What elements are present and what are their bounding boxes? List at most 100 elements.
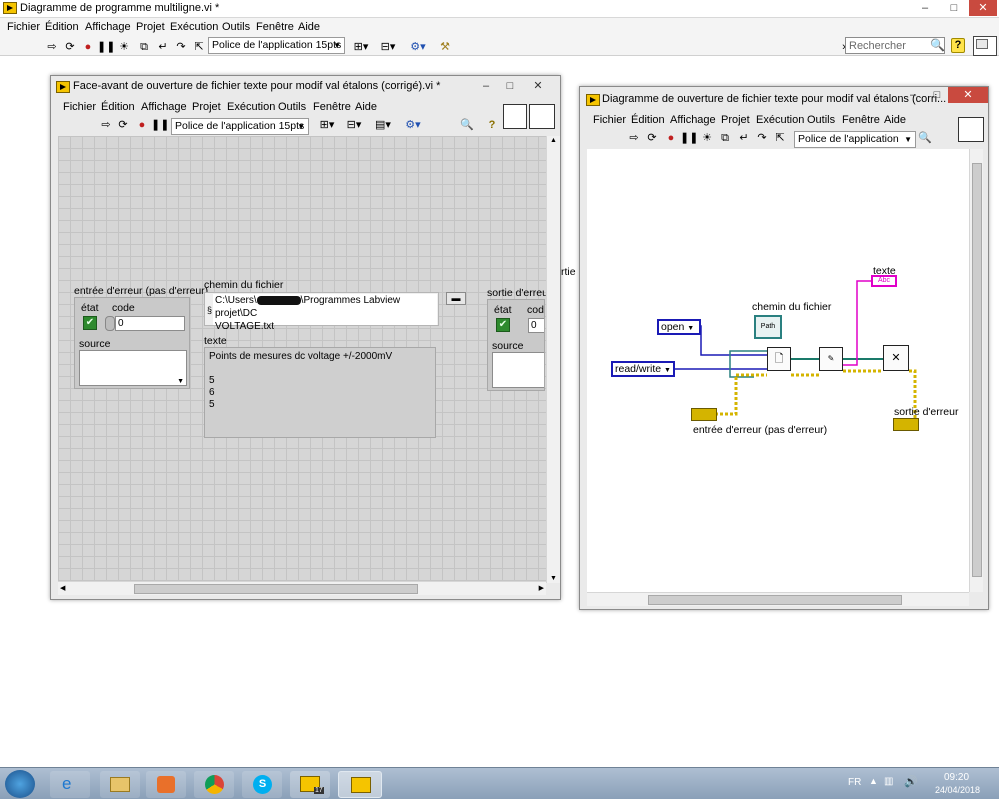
error-in-status-led[interactable]: ✔ (83, 316, 97, 330)
retain-wire-values-icon[interactable]: ⧉ (136, 41, 152, 54)
bd-step-into-icon[interactable]: ↵ (736, 132, 752, 145)
fp-scroll-up-icon[interactable]: ▲ (550, 137, 557, 144)
fp-search-icon[interactable]: 🔍 (459, 119, 475, 132)
access-mode-constant[interactable]: read/write ▼ (611, 361, 675, 377)
vi-connector-icon[interactable] (973, 36, 997, 56)
open-mode-constant[interactable]: open ▼ (657, 319, 701, 335)
bd-minimize-button[interactable]: – (902, 87, 924, 103)
fp-connector-pane-icon[interactable] (503, 104, 527, 129)
menu-fichier[interactable]: Fichier (7, 21, 40, 33)
clock-time[interactable]: 09:20 (944, 772, 969, 783)
fp-menu-outils[interactable]: Outils (278, 101, 306, 113)
fp-menu-projet[interactable]: Projet (192, 101, 221, 113)
fp-scroll-down-icon[interactable]: ▼ (550, 575, 557, 582)
bd-close-button[interactable]: ✕ (948, 87, 988, 103)
bd-menu-execution[interactable]: Exécution (756, 114, 804, 126)
fp-pause-icon[interactable]: ❚❚ (151, 119, 169, 132)
fp-menu-edition[interactable]: Édition (101, 101, 135, 113)
bd-menu-affichage[interactable]: Affichage (670, 114, 716, 126)
run-continuously-icon[interactable]: ⟳ (62, 41, 78, 54)
maximize-button[interactable]: □ (940, 0, 968, 16)
align-objects-icon[interactable]: ⊞▾ (350, 41, 372, 54)
source-scroll-arrow-icon[interactable]: ▼ (177, 378, 184, 385)
bd-font-selector[interactable]: Police de l'application 15pts (794, 131, 916, 148)
error-in-code-field[interactable]: 0 (115, 316, 185, 331)
bd-abort-icon[interactable]: ● (663, 132, 679, 145)
fp-help-icon[interactable]: ? (484, 119, 500, 132)
fp-reorder-icon[interactable]: ⚙▾ (401, 119, 425, 132)
bd-vi-icon[interactable] (958, 117, 984, 142)
bd-step-over-icon[interactable]: ↷ (754, 132, 770, 145)
close-button[interactable]: ✕ (969, 0, 997, 16)
labview-vi-taskbar-icon[interactable] (338, 771, 382, 798)
error-in-source-field[interactable]: ▼ (79, 350, 187, 386)
network-icon[interactable]: ▥ (884, 776, 893, 787)
distribute-objects-icon[interactable]: ⊟▾ (377, 41, 399, 54)
skype-icon[interactable]: S (242, 771, 282, 798)
browse-folder-button[interactable]: ▬ (446, 292, 466, 305)
fp-menu-fichier[interactable]: Fichier (63, 101, 96, 113)
fp-menu-fenetre[interactable]: Fenêtre (313, 101, 351, 113)
menu-execution[interactable]: Exécution (170, 21, 218, 33)
menu-edition[interactable]: Édition (45, 21, 79, 33)
bd-horizontal-scroll-thumb[interactable] (648, 595, 902, 605)
bd-vertical-scroll-thumb[interactable] (972, 163, 982, 577)
fp-horizontal-scroll-thumb[interactable] (134, 584, 418, 594)
bd-horizontal-scrollbar[interactable] (587, 592, 969, 606)
reorder-icon[interactable]: ⚙▾ (406, 41, 430, 54)
chrome-icon[interactable] (194, 771, 234, 798)
fp-close-button[interactable]: ✕ (527, 78, 549, 94)
bd-pause-icon[interactable]: ❚❚ (680, 132, 698, 145)
volume-icon[interactable]: 🔊 (904, 775, 918, 788)
abort-icon[interactable]: ● (80, 41, 96, 54)
run-icon[interactable]: ⇨ (44, 41, 60, 54)
bd-run-icon[interactable]: ⇨ (626, 132, 642, 145)
media-player-icon[interactable] (146, 771, 186, 798)
bd-maximize-button[interactable]: □ (926, 87, 948, 103)
bd-step-out-icon[interactable]: ⇱ (772, 132, 788, 145)
fp-font-selector[interactable]: Police de l'application 15pts (171, 118, 309, 135)
menu-fenetre[interactable]: Fenêtre (256, 21, 294, 33)
fp-vi-icon[interactable] (529, 104, 555, 129)
search-icon[interactable]: 🔍 (930, 38, 945, 52)
fp-menu-affichage[interactable]: Affichage (141, 101, 187, 113)
fp-horizontal-scrollbar[interactable]: ◀ ▶ (58, 581, 546, 595)
fp-vertical-scrollbar[interactable]: ▲ ▼ (546, 136, 560, 583)
fp-minimize-button[interactable]: – (476, 78, 496, 94)
bd-vertical-scrollbar[interactable] (969, 149, 983, 592)
fp-maximize-button[interactable]: □ (500, 78, 520, 94)
text-display[interactable]: Points de mesures dc voltage +/-2000mV 5… (204, 347, 436, 438)
step-out-icon[interactable]: ⇱ (191, 41, 207, 54)
clean-up-diagram-icon[interactable]: ⚒ (436, 41, 454, 54)
tray-arrow-icon[interactable]: ▲ (869, 776, 878, 786)
step-into-icon[interactable]: ↵ (155, 41, 171, 54)
minimize-button[interactable]: – (911, 0, 939, 16)
highlight-execution-icon[interactable]: ☀ (116, 41, 132, 54)
bd-menu-projet[interactable]: Projet (721, 114, 750, 126)
file-path-field[interactable]: C:\Users\ \Programmes Labview projet\DC V… (213, 294, 437, 332)
bd-highlight-execution-icon[interactable]: ☀ (699, 132, 715, 145)
bd-menu-fenetre[interactable]: Fenêtre (842, 114, 880, 126)
internet-explorer-icon[interactable]: e (50, 771, 90, 798)
fp-run-icon[interactable]: ⇨ (98, 119, 114, 132)
fp-menu-execution[interactable]: Exécution (227, 101, 275, 113)
labview-taskbar-icon[interactable]: 17 (290, 771, 330, 798)
help-icon[interactable]: ? (951, 38, 965, 53)
fp-scroll-right-icon[interactable]: ▶ (539, 584, 544, 592)
error-in-code-spinner[interactable] (105, 316, 115, 331)
bd-search-icon[interactable]: 🔍 (917, 132, 933, 145)
error-in-terminal[interactable] (691, 408, 717, 421)
bd-menu-outils[interactable]: Outils (807, 114, 835, 126)
fp-abort-icon[interactable]: ● (134, 119, 150, 132)
fp-resize-icon[interactable]: ▤▾ (371, 119, 395, 132)
fp-menu-aide[interactable]: Aide (355, 101, 377, 113)
language-indicator[interactable]: FR (848, 777, 861, 788)
fp-distribute-icon[interactable]: ⊟▾ (343, 119, 365, 132)
bd-retain-wire-values-icon[interactable]: ⧉ (717, 132, 733, 145)
menu-outils[interactable]: Outils (222, 21, 250, 33)
menu-aide[interactable]: Aide (298, 21, 320, 33)
file-path-control[interactable]: § C:\Users\ \Programmes Labview projet\DC… (204, 292, 439, 332)
bd-menu-fichier[interactable]: Fichier (593, 114, 626, 126)
fp-align-icon[interactable]: ⊞▾ (316, 119, 338, 132)
bd-run-continuously-icon[interactable]: ⟳ (644, 132, 660, 145)
